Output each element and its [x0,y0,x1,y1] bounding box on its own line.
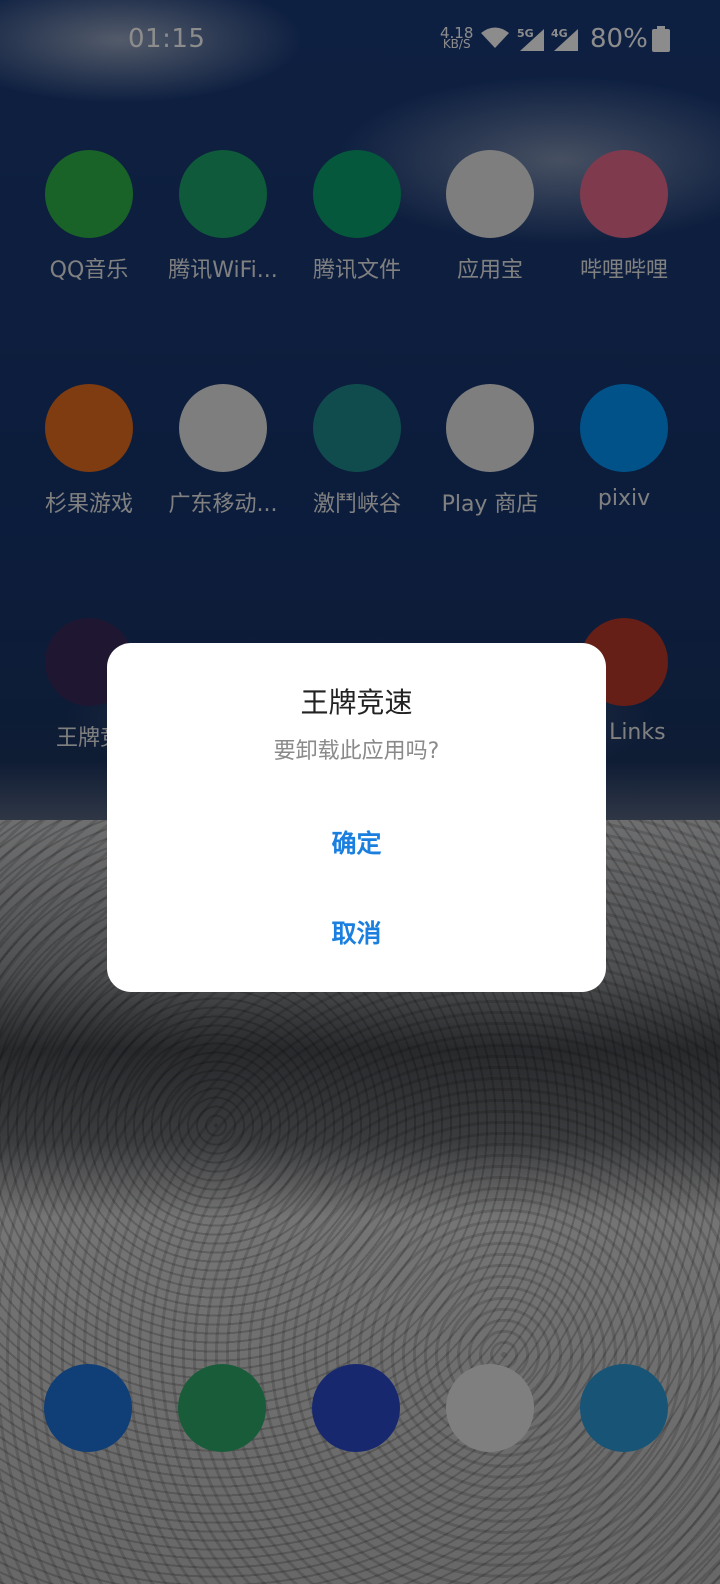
confirm-button[interactable]: 确定 [107,809,606,879]
uninstall-dialog: 王牌竞速 要卸载此应用吗? 确定 取消 [107,643,606,992]
dialog-message: 要卸载此应用吗? [273,739,440,764]
cancel-button[interactable]: 取消 [107,899,606,969]
dialog-title: 王牌竞速 [300,686,413,719]
